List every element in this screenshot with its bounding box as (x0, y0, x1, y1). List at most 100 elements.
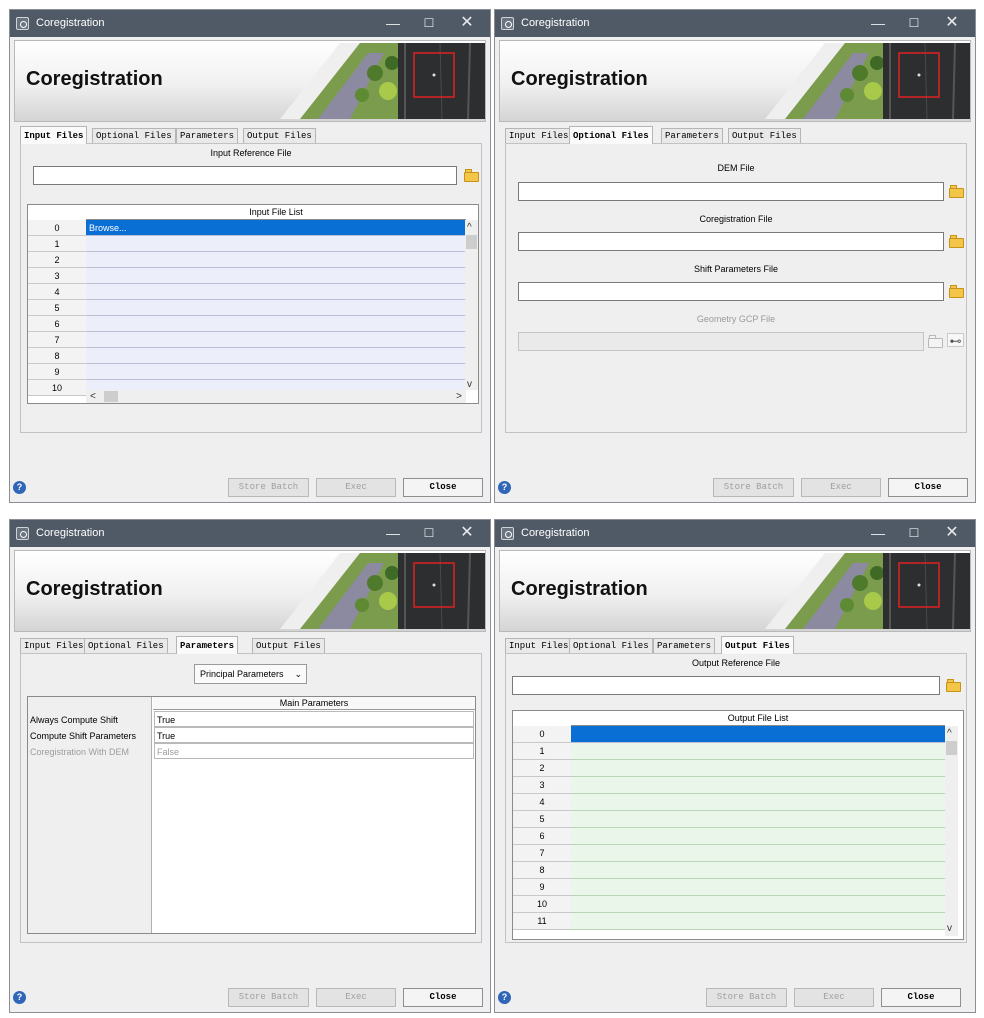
tab-input-files[interactable]: Input Files (20, 126, 88, 144)
scroll-right-arrow-icon[interactable]: > (456, 392, 462, 402)
tab-parameters[interactable]: Parameters (176, 128, 239, 143)
scroll-down-arrow-icon[interactable]: v (467, 380, 472, 390)
title-bar[interactable]: Coregistration — ☐ ✕ (10, 520, 490, 547)
vertical-scrollbar[interactable]: ^ v (465, 220, 478, 390)
minimize-button[interactable]: — (863, 524, 893, 542)
parameter-group-select[interactable]: Principal Parameters ⌄ (194, 664, 307, 684)
parameter-group-value: Principal Parameters (200, 669, 284, 679)
help-icon[interactable]: ? (498, 991, 511, 1004)
horizontal-scrollbar[interactable]: < > (86, 390, 466, 403)
minimize-button[interactable]: — (863, 14, 893, 32)
exec-button[interactable]: Exec (316, 988, 396, 1007)
store-batch-button[interactable]: Store Batch (706, 988, 787, 1007)
always-compute-shift-value[interactable]: True (154, 711, 474, 727)
scroll-left-arrow-icon[interactable]: < (90, 392, 96, 402)
tab-input-files[interactable]: Input Files (505, 128, 573, 143)
output-file-row[interactable] (571, 828, 945, 845)
store-batch-button[interactable]: Store Batch (228, 988, 309, 1007)
input-file-row[interactable] (86, 252, 465, 268)
help-icon[interactable]: ? (13, 991, 26, 1004)
close-window-button[interactable]: ✕ (452, 524, 482, 542)
tab-parameters[interactable]: Parameters (176, 636, 239, 654)
title-bar[interactable]: Coregistration — ☐ ✕ (495, 10, 975, 37)
tab-optional-files[interactable]: Optional Files (92, 128, 176, 143)
exec-button[interactable]: Exec (794, 988, 874, 1007)
folder-open-icon[interactable] (949, 185, 965, 198)
scroll-up-arrow-icon[interactable]: ^ (467, 223, 472, 233)
tab-optional-files[interactable]: Optional Files (569, 126, 653, 144)
tab-input-files[interactable]: Input Files (505, 638, 573, 653)
minimize-button[interactable]: — (378, 524, 408, 542)
scroll-up-arrow-icon[interactable]: ^ (947, 729, 952, 739)
input-file-row[interactable]: Browse... (86, 220, 465, 236)
dem-file-field[interactable] (518, 182, 944, 201)
output-file-row[interactable] (571, 845, 945, 862)
close-button[interactable]: Close (403, 478, 483, 497)
input-file-row[interactable] (86, 364, 465, 380)
output-file-row[interactable] (571, 777, 945, 794)
close-window-button[interactable]: ✕ (937, 524, 967, 542)
vertical-scrollbar[interactable]: ^ v (945, 726, 958, 936)
close-button[interactable]: Close (881, 988, 961, 1007)
input-file-row[interactable] (86, 348, 465, 364)
maximize-button[interactable]: ☐ (414, 14, 444, 32)
store-batch-button[interactable]: Store Batch (713, 478, 794, 497)
output-reference-field[interactable] (512, 676, 940, 695)
help-icon[interactable]: ? (498, 481, 511, 494)
scrollbar-thumb[interactable] (466, 235, 477, 249)
maximize-button[interactable]: ☐ (899, 524, 929, 542)
output-file-row[interactable] (571, 896, 945, 913)
input-file-row[interactable] (86, 268, 465, 284)
coregistration-file-field[interactable] (518, 232, 944, 251)
output-file-row[interactable] (571, 913, 945, 930)
close-button[interactable]: Close (888, 478, 968, 497)
folder-open-icon[interactable] (464, 169, 480, 182)
tab-output-files[interactable]: Output Files (728, 128, 801, 143)
tab-parameters[interactable]: Parameters (661, 128, 724, 143)
tab-parameters[interactable]: Parameters (653, 638, 716, 653)
close-window-button[interactable]: ✕ (937, 14, 967, 32)
input-file-row[interactable] (86, 236, 465, 252)
output-file-row[interactable] (571, 726, 945, 743)
main-parameters-header: Main Parameters (153, 697, 475, 710)
output-file-row[interactable] (571, 862, 945, 879)
input-file-row[interactable] (86, 316, 465, 332)
compute-shift-parameters-value[interactable]: True (154, 727, 474, 743)
folder-open-icon[interactable] (949, 235, 965, 248)
store-batch-button[interactable]: Store Batch (228, 478, 309, 497)
title-bar[interactable]: Coregistration — ☐ ✕ (495, 520, 975, 547)
binoculars-icon[interactable]: ⊷ (947, 333, 964, 348)
output-file-row[interactable] (571, 760, 945, 777)
chevron-down-icon[interactable]: ⌄ (294, 665, 302, 683)
exec-button[interactable]: Exec (801, 478, 881, 497)
exec-button[interactable]: Exec (316, 478, 396, 497)
output-file-row[interactable] (571, 743, 945, 760)
input-file-row[interactable] (86, 300, 465, 316)
tab-output-files[interactable]: Output Files (252, 638, 325, 653)
close-window-button[interactable]: ✕ (452, 14, 482, 32)
maximize-button[interactable]: ☐ (899, 14, 929, 32)
scrollbar-thumb[interactable] (946, 741, 957, 755)
close-button[interactable]: Close (403, 988, 483, 1007)
shift-parameters-file-field[interactable] (518, 282, 944, 301)
tab-input-files[interactable]: Input Files (20, 638, 88, 653)
scroll-down-arrow-icon[interactable]: v (947, 924, 952, 934)
horizontal-scrollbar-thumb[interactable] (104, 391, 118, 402)
title-bar[interactable]: Coregistration — ☐ ✕ (10, 10, 490, 37)
folder-open-icon[interactable] (946, 679, 962, 692)
output-file-row[interactable] (571, 794, 945, 811)
help-icon[interactable]: ? (13, 481, 26, 494)
input-file-row[interactable] (86, 284, 465, 300)
output-file-row[interactable] (571, 879, 945, 896)
tab-output-files[interactable]: Output Files (243, 128, 316, 143)
minimize-button[interactable]: — (378, 14, 408, 32)
tab-output-files[interactable]: Output Files (721, 636, 794, 654)
tab-optional-files[interactable]: Optional Files (84, 638, 168, 653)
input-reference-field[interactable] (33, 166, 457, 185)
input-file-row[interactable] (86, 332, 465, 348)
tab-optional-files[interactable]: Optional Files (569, 638, 653, 653)
maximize-button[interactable]: ☐ (414, 524, 444, 542)
folder-open-icon[interactable] (949, 285, 965, 298)
output-file-row[interactable] (571, 811, 945, 828)
row-number: 6 (28, 316, 86, 332)
